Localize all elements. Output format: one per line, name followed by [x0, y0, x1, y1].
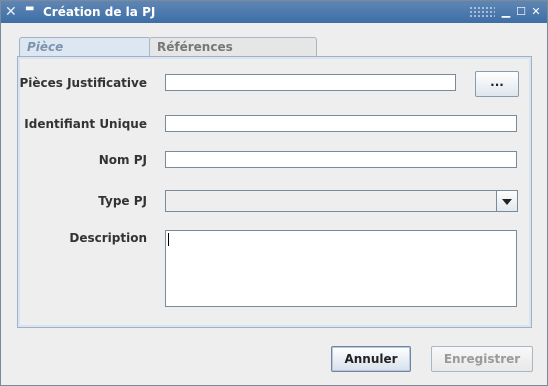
title-bar: ✕ ▬ Création de la PJ ▁ ☐ ✕ [1, 1, 547, 23]
dialog-window: ✕ ▬ Création de la PJ ▁ ☐ ✕ Pièce Justif… [0, 0, 548, 386]
chevron-down-icon[interactable] [496, 191, 517, 211]
window-title: Création de la PJ [43, 5, 156, 19]
cancel-button[interactable]: Annuler [331, 346, 411, 372]
identifiant-label: Identifiant Unique [24, 117, 147, 131]
window-menu-icon[interactable]: ▬ [25, 4, 37, 15]
minimize-icon[interactable]: ▁ [499, 5, 513, 19]
description-label: Description [69, 231, 147, 245]
grip-icon [469, 6, 495, 18]
type-pj-label: Type PJ [98, 194, 147, 208]
nom-pj-label: Nom PJ [98, 153, 147, 167]
pieces-label: Pièces Justificative [19, 76, 147, 90]
save-button[interactable]: Enregistrer [431, 346, 533, 372]
nom-pj-field[interactable] [165, 151, 517, 168]
maximize-icon[interactable]: ☐ [514, 5, 528, 19]
identifiant-field[interactable] [165, 115, 517, 132]
type-pj-select[interactable] [165, 190, 518, 212]
tab-piece-justificative[interactable]: Pièce Justificative [19, 37, 151, 72]
tab-references-comptables[interactable]: Références Comptables [149, 37, 317, 72]
pieces-field[interactable] [165, 74, 456, 91]
close-icon[interactable]: ✕ [529, 5, 543, 19]
browse-button[interactable]: ... [475, 71, 519, 97]
app-x-icon[interactable]: ✕ [5, 4, 21, 20]
description-field[interactable] [165, 230, 517, 307]
text-caret [168, 233, 169, 246]
